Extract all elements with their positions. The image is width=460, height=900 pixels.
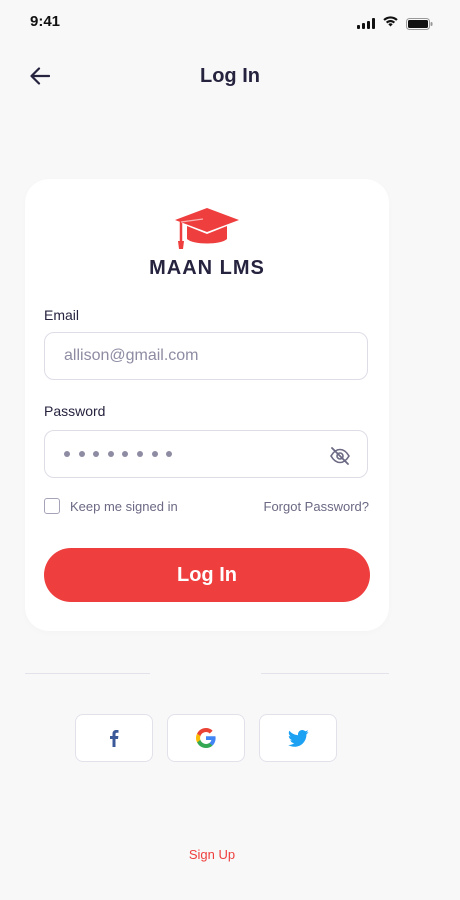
password-mask-dot (151, 451, 158, 457)
logo-text: MAAN LMS (149, 257, 265, 279)
remember-me[interactable]: Keep me signed in (44, 498, 178, 514)
divider-left (25, 673, 150, 674)
cellular-signal-icon (357, 17, 375, 29)
password-field[interactable] (44, 430, 368, 478)
twitter-login-button[interactable] (259, 714, 337, 762)
email-label: Email (44, 307, 80, 323)
forgot-password-link[interactable]: Forgot Password? (264, 499, 370, 514)
battery-icon (406, 17, 433, 30)
login-button[interactable]: Log In (44, 548, 370, 602)
sign-up-link[interactable]: Sign Up (0, 847, 424, 862)
password-label: Password (44, 403, 106, 419)
status-icons (357, 14, 433, 32)
wifi-icon (382, 14, 399, 32)
password-mask (64, 451, 173, 457)
header: Log In (0, 56, 460, 96)
facebook-login-button[interactable] (75, 714, 153, 762)
email-value: allison@gmail.com (64, 347, 199, 364)
page-title: Log In (200, 65, 260, 87)
facebook-icon (110, 730, 119, 747)
divider-right (261, 673, 389, 674)
password-mask-dot (122, 451, 129, 457)
password-mask-dot (166, 451, 173, 457)
eye-off-icon[interactable] (329, 445, 351, 467)
password-mask-dot (64, 451, 70, 457)
email-field[interactable]: allison@gmail.com (44, 332, 368, 380)
google-icon (196, 728, 216, 748)
password-mask-dot (107, 451, 114, 457)
logo: MAAN LMS (25, 207, 389, 283)
remember-checkbox[interactable] (44, 498, 60, 514)
google-login-button[interactable] (167, 714, 245, 762)
graduation-cap-icon (175, 208, 239, 249)
password-mask-dot (78, 451, 85, 457)
status-time: 9:41 (30, 13, 61, 30)
status-bar: 9:41 (0, 0, 460, 44)
twitter-icon (287, 729, 308, 747)
password-mask-dot (93, 451, 100, 457)
remember-label: Keep me signed in (70, 498, 178, 514)
login-card: MAAN LMS Email allison@gmail.com Passwor… (25, 179, 389, 631)
password-mask-dot (136, 451, 143, 457)
